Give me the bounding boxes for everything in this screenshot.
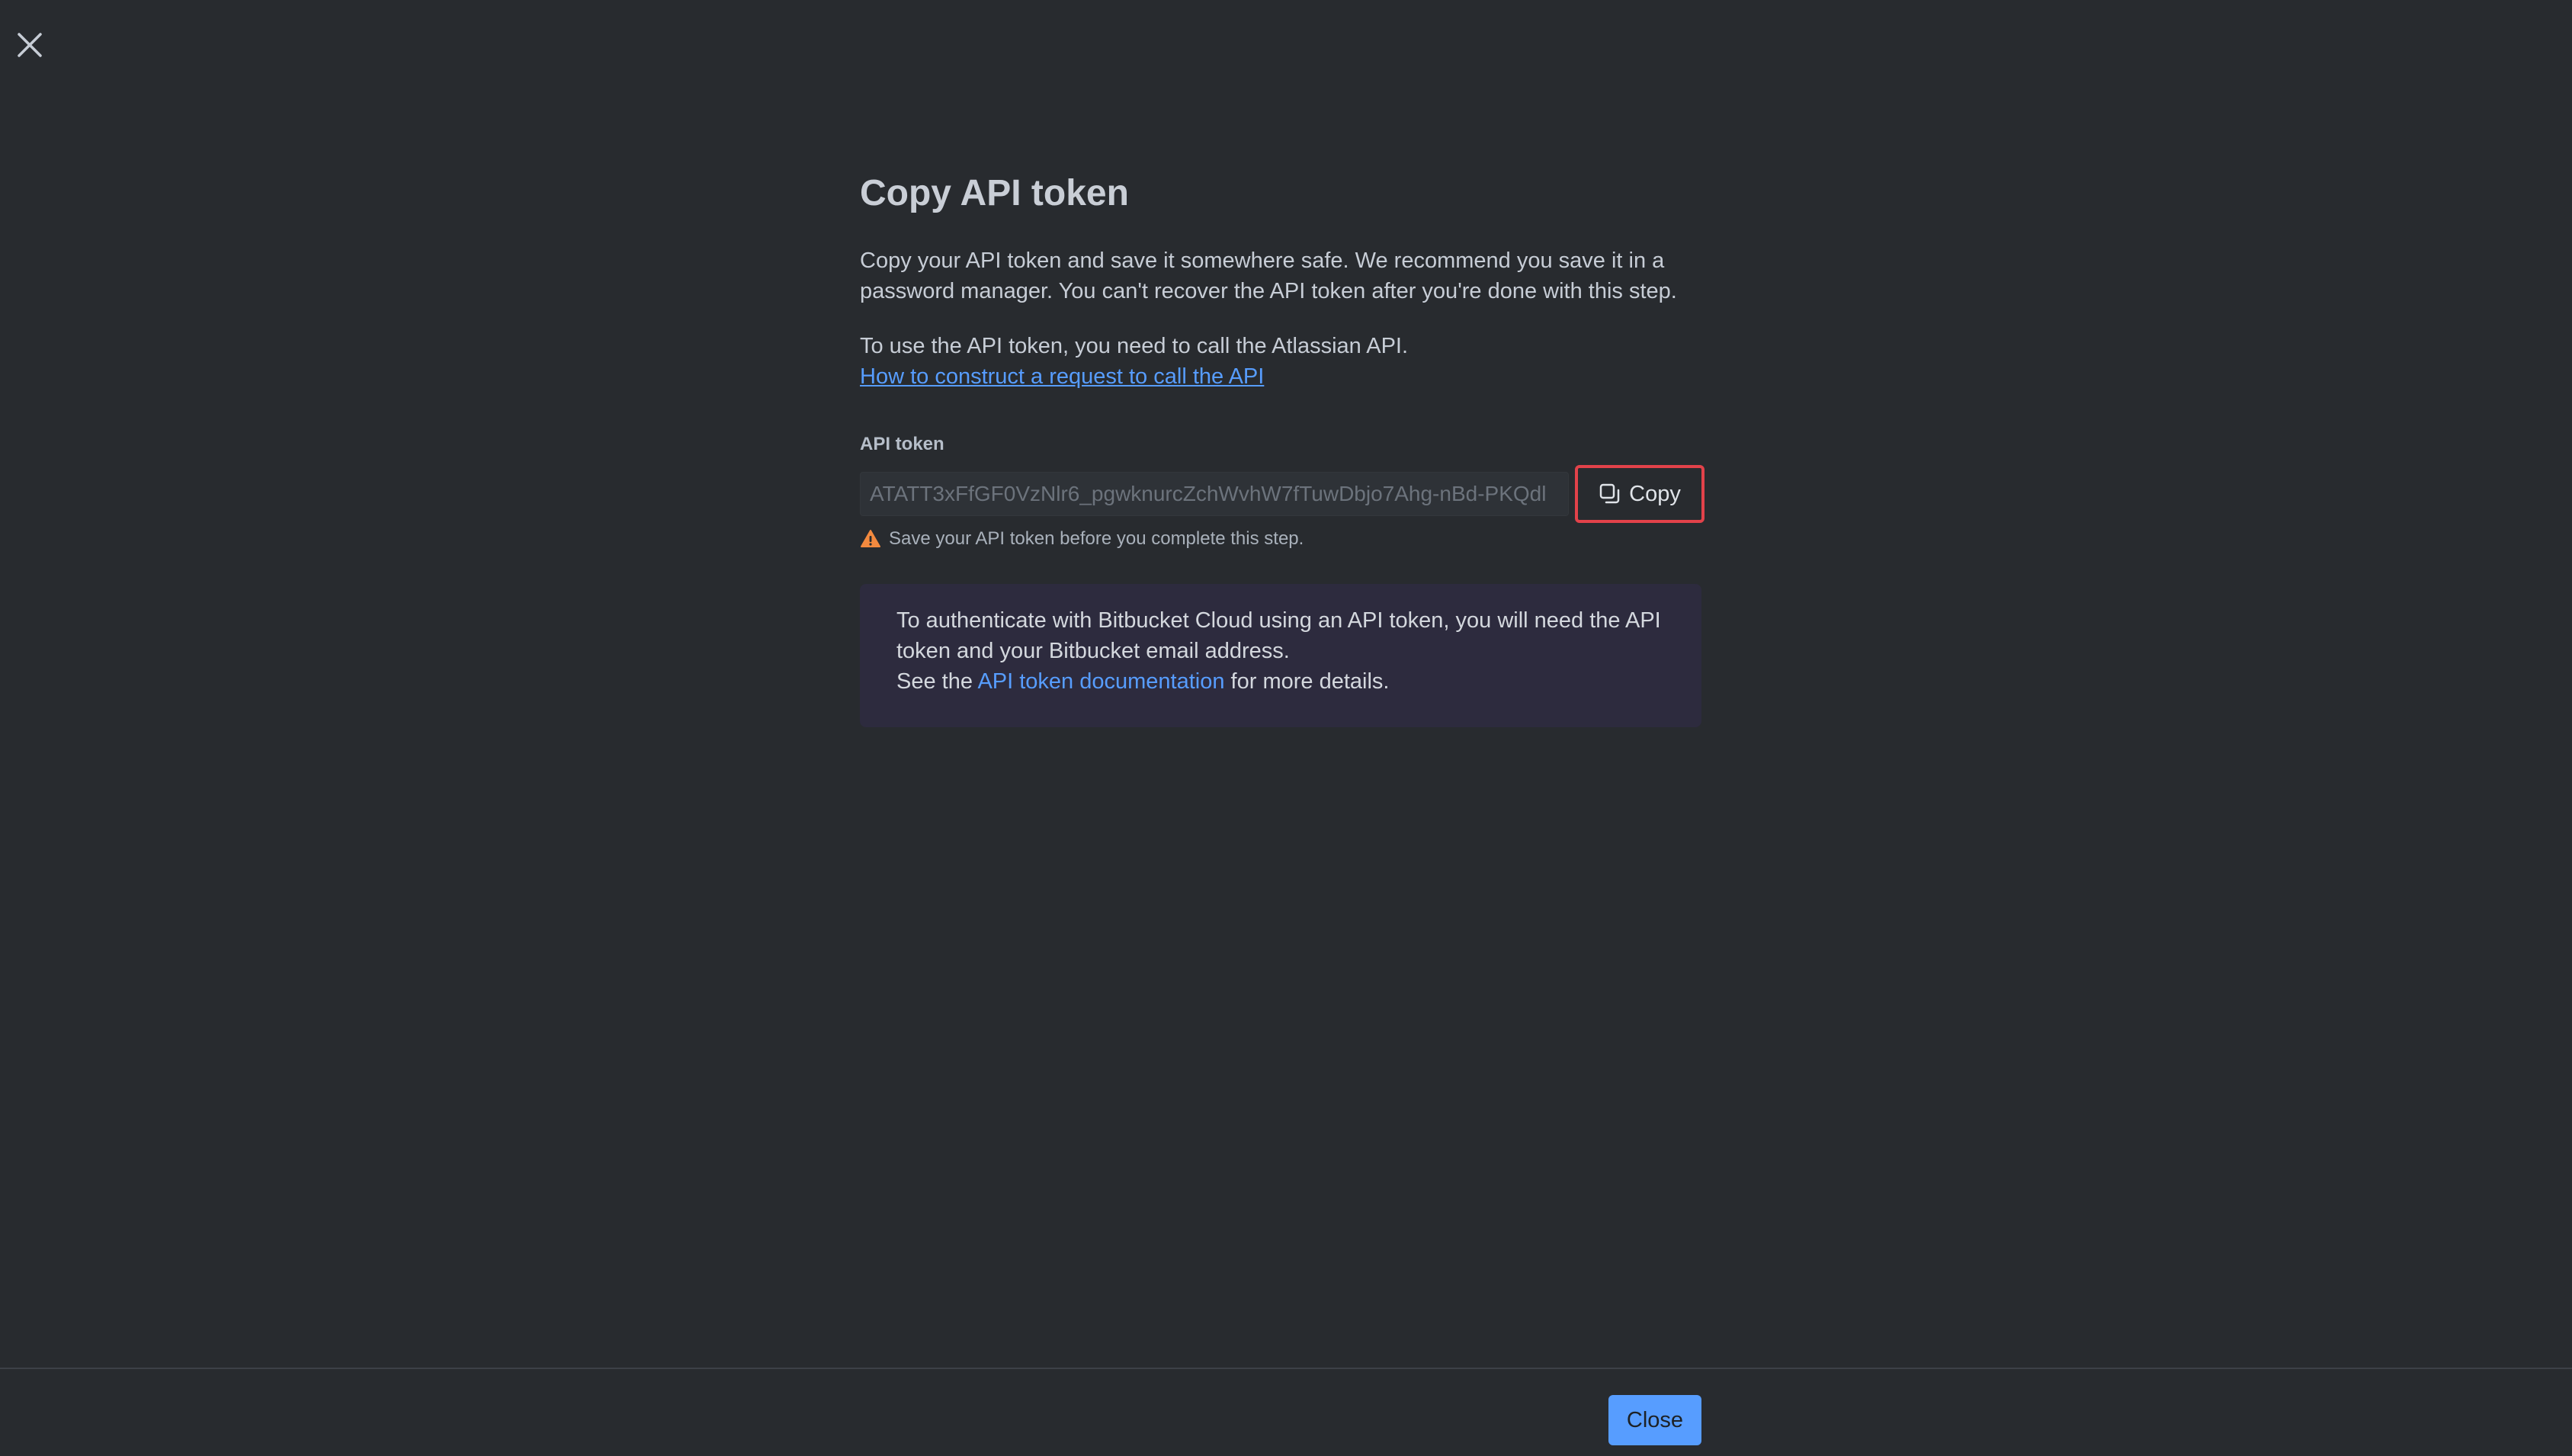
info-see-prefix: See the	[896, 669, 978, 694]
dismiss-dialog-button[interactable]	[14, 29, 46, 61]
token-warning-text: Save your API token before you complete …	[889, 528, 1304, 549]
copy-button-label: Copy	[1629, 481, 1681, 506]
copy-button-highlight: Copy	[1575, 465, 1705, 523]
usage-text: To use the API token, you need to call t…	[860, 334, 1409, 358]
warning-icon	[861, 530, 880, 547]
construct-request-link[interactable]: How to construct a request to call the A…	[860, 361, 1264, 392]
page-title: Copy API token	[860, 173, 1129, 213]
footer-divider	[0, 1368, 2572, 1369]
info-see-suffix: for more details.	[1224, 669, 1390, 694]
info-text: To authenticate with Bitbucket Cloud usi…	[896, 608, 1661, 663]
info-see-line: See the API token documentation for more…	[896, 666, 1665, 697]
dialog-content: Copy API token Copy your API token and s…	[860, 169, 1706, 727]
api-token-input[interactable]	[860, 472, 1569, 516]
close-icon	[18, 33, 42, 57]
token-warning: Save your API token before you complete …	[860, 528, 1706, 550]
info-panel: To authenticate with Bitbucket Cloud usi…	[860, 584, 1701, 727]
token-field-row: Copy	[860, 465, 1706, 523]
token-field-label: API token	[860, 434, 944, 454]
api-token-documentation-link[interactable]: API token documentation	[977, 669, 1224, 694]
copy-icon	[1599, 483, 1620, 504]
dialog-description: Copy your API token and save it somewher…	[860, 249, 1677, 303]
copy-button[interactable]: Copy	[1599, 482, 1681, 507]
close-button[interactable]: Close	[1608, 1395, 1701, 1445]
